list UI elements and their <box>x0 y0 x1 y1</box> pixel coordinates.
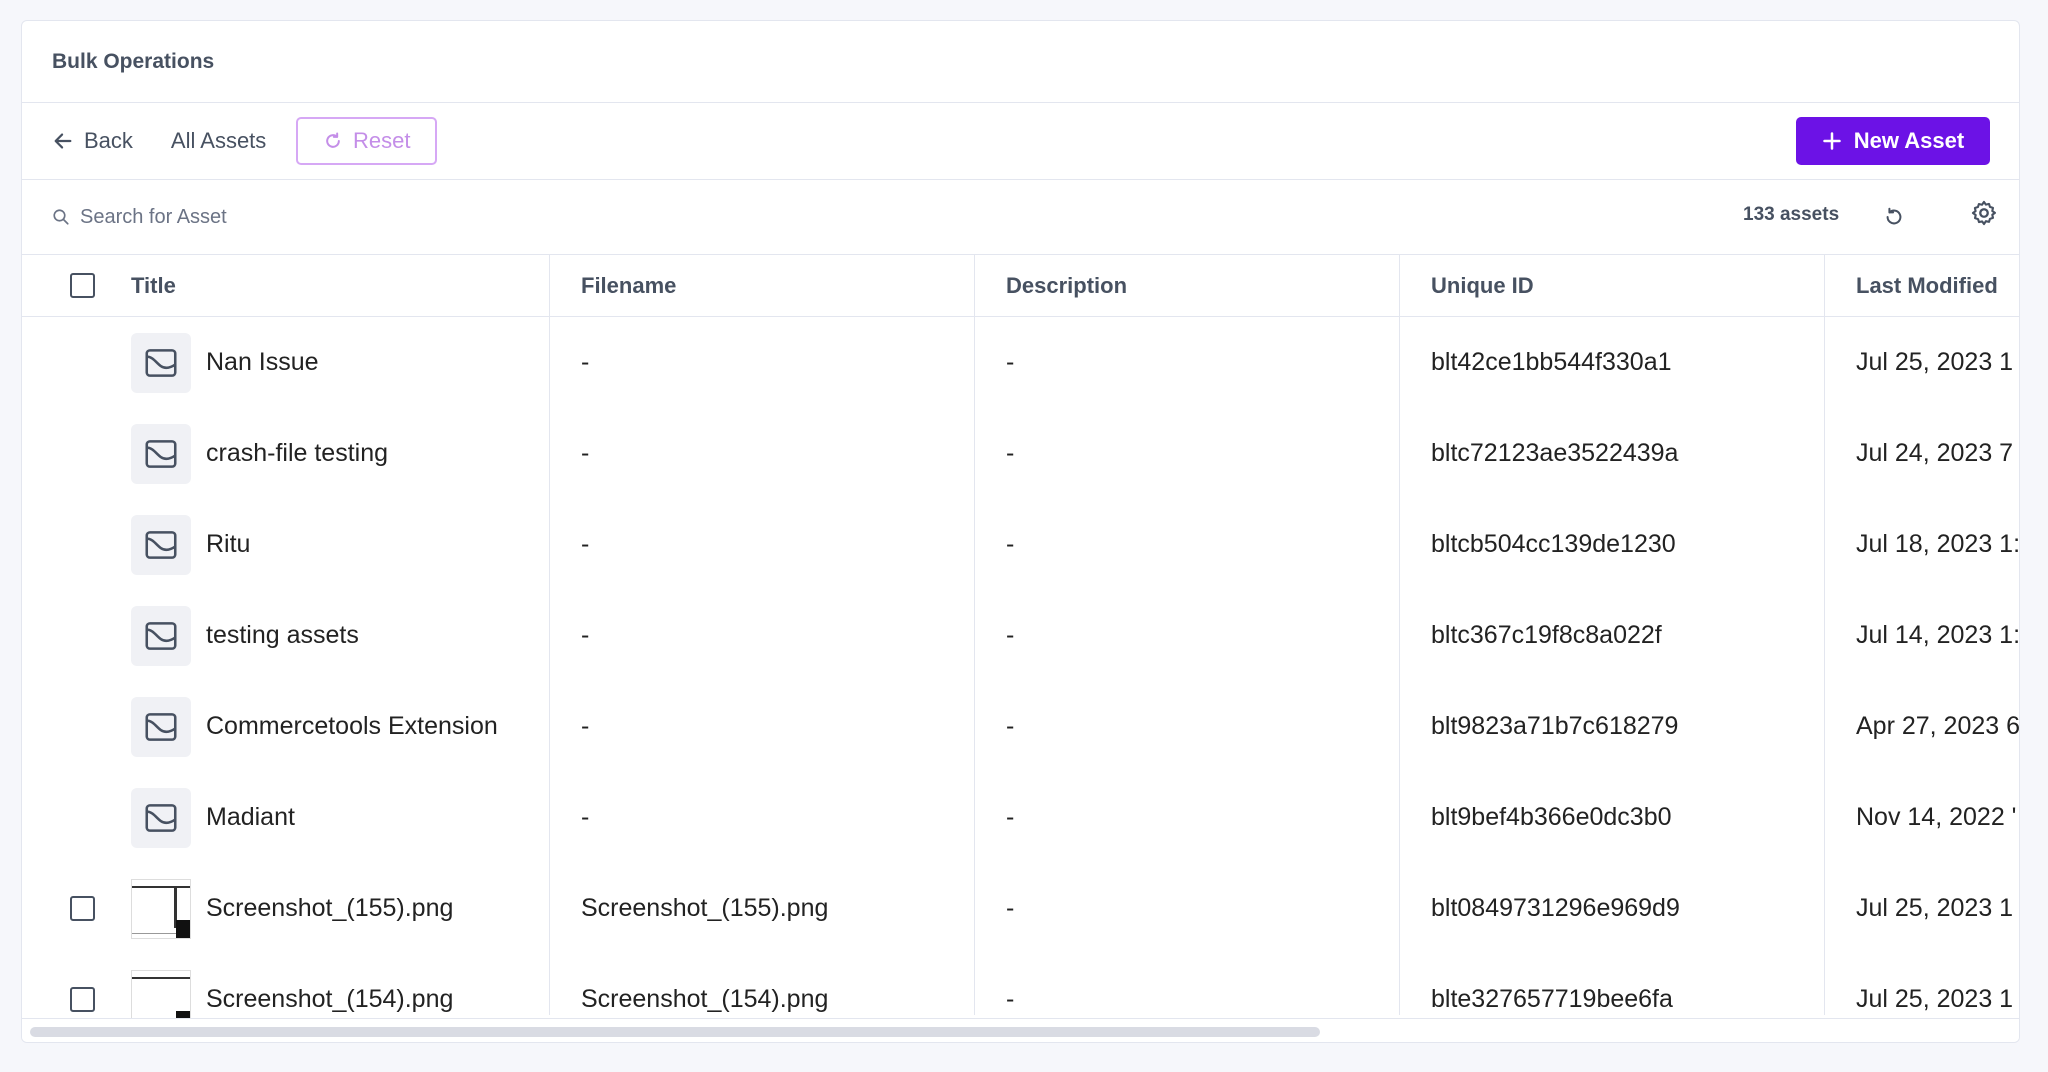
folder-icon <box>145 621 177 650</box>
asset-unique-id: blt0849731296e969d9 <box>1431 894 1680 922</box>
bulk-operations-panel: Bulk Operations Back All Assets Reset Ne… <box>21 20 2020 1043</box>
image-thumbnail <box>131 878 191 939</box>
asset-filename: Screenshot_(155).png <box>581 894 829 922</box>
folder-icon <box>145 803 177 832</box>
asset-unique-id: bltc72123ae3522439a <box>1431 439 1679 467</box>
asset-filename: - <box>581 348 590 376</box>
refresh-icon[interactable] <box>1883 206 1905 228</box>
table-row[interactable]: Screenshot_(155).png Screenshot_(155).pn… <box>22 863 2019 954</box>
plus-icon <box>1823 132 1841 150</box>
asset-unique-id: bltcb504cc139de1230 <box>1431 530 1676 558</box>
asset-unique-id: blt42ce1bb544f330a1 <box>1431 348 1672 376</box>
asset-filename: - <box>581 530 590 558</box>
table-row[interactable]: Ritu - - bltcb504cc139de1230 Jul 18, 202… <box>22 499 2019 590</box>
asset-thumbnail <box>131 863 191 954</box>
asset-last-modified: Jul 14, 2023 1: <box>1856 621 2020 649</box>
horizontal-scrollbar[interactable] <box>22 1018 2019 1042</box>
asset-thumbnail <box>131 499 191 590</box>
asset-description: - <box>1006 530 1015 558</box>
new-asset-button[interactable]: New Asset <box>1796 117 1990 165</box>
scrollbar-thumb[interactable] <box>30 1027 1320 1037</box>
page-title: Bulk Operations <box>52 49 215 73</box>
folder-icon <box>145 712 177 741</box>
table-row[interactable]: crash-file testing - - bltc72123ae352243… <box>22 408 2019 499</box>
table-header: Title Filename Description Unique ID Las… <box>22 255 2019 317</box>
table-row[interactable]: Nan Issue - - blt42ce1bb544f330a1 Jul 25… <box>22 317 2019 408</box>
asset-filename: - <box>581 712 590 740</box>
column-header-filename[interactable]: Filename <box>581 255 676 317</box>
asset-thumbnail <box>131 772 191 863</box>
asset-filename: - <box>581 439 590 467</box>
toolbar: Back All Assets Reset New Asset <box>22 103 2019 180</box>
breadcrumb-all-assets[interactable]: All Assets <box>171 128 266 154</box>
asset-title[interactable]: testing assets <box>206 590 359 681</box>
column-header-unique-id[interactable]: Unique ID <box>1431 255 1534 317</box>
folder-icon <box>145 348 177 377</box>
asset-thumbnail <box>131 408 191 499</box>
folder-icon <box>145 439 177 468</box>
table-row[interactable]: Commercetools Extension - - blt9823a71b7… <box>22 681 2019 772</box>
asset-unique-id: blt9823a71b7c618279 <box>1431 712 1679 740</box>
asset-description: - <box>1006 348 1015 376</box>
search-input[interactable] <box>80 205 680 229</box>
asset-title[interactable]: Nan Issue <box>206 317 319 408</box>
row-checkbox[interactable] <box>70 987 95 1012</box>
assets-table: Title Filename Description Unique ID Las… <box>22 255 2019 1042</box>
back-label: Back <box>84 128 133 153</box>
asset-description: - <box>1006 803 1015 831</box>
select-all-checkbox[interactable] <box>70 273 95 298</box>
folder-icon <box>145 530 177 559</box>
asset-title[interactable]: Madiant <box>206 772 295 863</box>
search-icon <box>53 209 69 225</box>
column-header-description[interactable]: Description <box>1006 255 1127 317</box>
asset-description: - <box>1006 894 1015 922</box>
arrow-left-icon <box>54 133 72 149</box>
asset-description: - <box>1006 621 1015 649</box>
asset-last-modified: Apr 27, 2023 6 <box>1856 712 2020 740</box>
column-header-title[interactable]: Title <box>131 255 176 317</box>
asset-title[interactable]: crash-file testing <box>206 408 388 499</box>
asset-last-modified: Jul 25, 2023 1 <box>1856 894 2014 922</box>
asset-filename: - <box>581 621 590 649</box>
column-header-last-modified[interactable]: Last Modified <box>1856 255 1998 317</box>
asset-title[interactable]: Screenshot_(155).png <box>206 863 453 954</box>
row-checkbox[interactable] <box>70 896 95 921</box>
panel-header: Bulk Operations <box>22 21 2019 103</box>
asset-filename: - <box>581 803 590 831</box>
reset-label: Reset <box>353 128 411 153</box>
back-button[interactable]: Back <box>52 128 133 154</box>
asset-title[interactable]: Ritu <box>206 499 250 590</box>
asset-last-modified: Jul 25, 2023 1 <box>1856 348 2014 376</box>
asset-description: - <box>1006 439 1015 467</box>
reset-icon <box>326 132 340 148</box>
asset-unique-id: blt9bef4b366e0dc3b0 <box>1431 803 1672 831</box>
gear-icon[interactable] <box>1970 199 1998 227</box>
table-row[interactable]: testing assets - - bltc367c19f8c8a022f J… <box>22 590 2019 681</box>
asset-description: - <box>1006 712 1015 740</box>
asset-unique-id: bltc367c19f8c8a022f <box>1431 621 1662 649</box>
search-bar: 133 assets <box>22 180 2019 255</box>
asset-title[interactable]: Commercetools Extension <box>206 681 498 772</box>
new-asset-label: New Asset <box>1853 128 1965 153</box>
asset-last-modified: Nov 14, 2022 ' <box>1856 803 2017 831</box>
asset-count: 133 assets <box>1743 204 1840 225</box>
table-row[interactable]: Madiant - - blt9bef4b366e0dc3b0 Nov 14, … <box>22 772 2019 863</box>
asset-thumbnail <box>131 317 191 408</box>
asset-last-modified: Jul 18, 2023 1: <box>1856 530 2020 558</box>
asset-thumbnail <box>131 681 191 772</box>
asset-thumbnail <box>131 590 191 681</box>
asset-last-modified: Jul 24, 2023 7 <box>1856 439 2014 467</box>
reset-button[interactable]: Reset <box>296 117 438 165</box>
